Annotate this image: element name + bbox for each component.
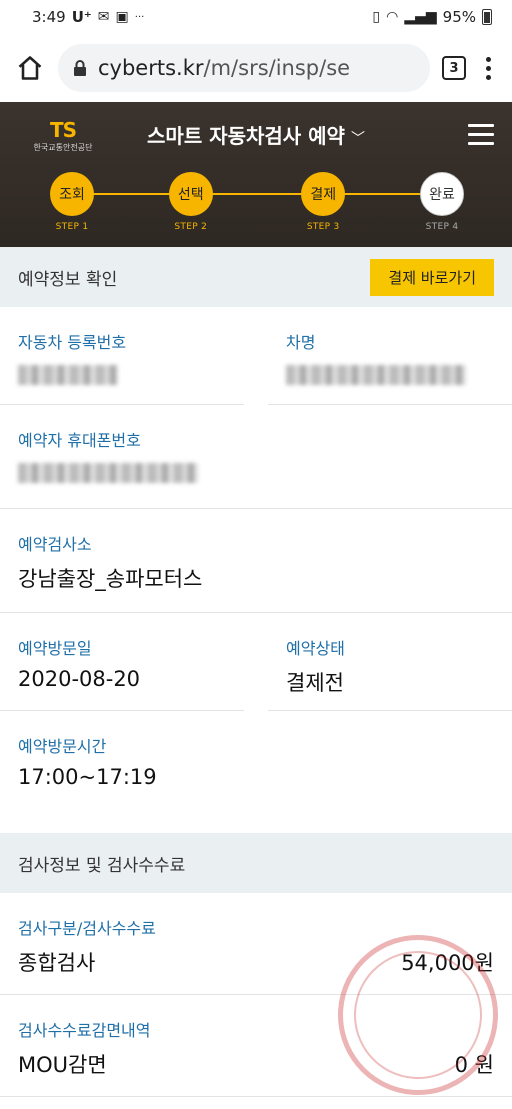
step-circle: 완료 xyxy=(420,172,464,216)
step-circle: 조회 xyxy=(50,172,94,216)
signal-icon: ▂▄▆ xyxy=(404,9,437,25)
home-icon xyxy=(18,56,42,80)
page-title-text: 스마트 자동차검사 예약 xyxy=(147,124,345,148)
step-label: STEP 2 xyxy=(174,222,208,232)
fee-row: MOU감면 0 원 xyxy=(18,1049,494,1079)
car-number-cell: 자동차 등록번호 xyxy=(0,307,244,405)
tab-switcher-button[interactable]: 3 xyxy=(442,56,466,80)
field-label: 예약방문시간 xyxy=(18,737,107,756)
browser-menu-button[interactable] xyxy=(478,56,498,80)
fee-amount: 54,000원 xyxy=(401,951,494,975)
lock-icon xyxy=(74,60,86,76)
field-value: 2020-08-20 xyxy=(18,667,141,691)
section-title: 예약정보 확인 xyxy=(18,269,118,290)
center-cell: 예약검사소 강남출장_송파모터스 xyxy=(0,509,512,612)
vibrate-icon: ▯ xyxy=(372,9,381,25)
battery-percent: 95% xyxy=(442,8,476,26)
url-text: cyberts.kr/m/srs/insp/se xyxy=(98,56,350,80)
menu-bar xyxy=(468,142,494,145)
car-name-cell: 차명 xyxy=(268,307,512,405)
car-info-row: 자동차 등록번호 차명 xyxy=(0,307,512,405)
discount-row: 검사수수료감면내역 MOU감면 0 원 xyxy=(0,995,512,1097)
progress-steps: 조회 STEP 1 선택 STEP 2 결제 STEP 3 완료 STEP 4 xyxy=(50,172,464,232)
field-value: 종합검사 xyxy=(18,951,96,975)
address-bar[interactable]: cyberts.kr/m/srs/insp/se xyxy=(58,44,430,92)
image-icon: ▣ xyxy=(115,9,129,25)
home-button[interactable] xyxy=(14,52,46,84)
field-label: 예약방문일 xyxy=(18,639,92,658)
field-value: 결제전 xyxy=(286,671,344,695)
url-path: /m/srs/insp/se xyxy=(203,56,351,80)
more-notifications-icon: ··· xyxy=(134,11,145,23)
step-label: STEP 1 xyxy=(55,222,89,232)
field-label: 자동차 등록번호 xyxy=(18,333,127,352)
dot xyxy=(485,65,491,71)
step-label: STEP 4 xyxy=(425,222,459,232)
discount-cell: 검사수수료감면내역 MOU감면 0 원 xyxy=(0,995,512,1096)
url-host: cyberts.kr xyxy=(98,56,204,80)
step-1: 조회 STEP 1 xyxy=(42,172,102,232)
center-row: 예약검사소 강남출장_송파모터스 xyxy=(0,509,512,613)
field-value: 강남출장_송파모터스 xyxy=(18,567,203,591)
clock: 3:49 xyxy=(32,8,66,26)
date-status-row: 예약방문일 2020-08-20 예약상태 결제전 xyxy=(0,613,512,711)
field-value: MOU감면 xyxy=(18,1053,107,1077)
step-4: 완료 STEP 4 xyxy=(412,172,472,232)
field-label: 예약상태 xyxy=(286,639,345,658)
redacted-value xyxy=(286,365,466,385)
inspection-type-row: 검사구분/검사수수료 종합검사 54,000원 xyxy=(0,893,512,995)
steps-line xyxy=(72,193,442,195)
dot xyxy=(485,74,491,80)
field-value: 17:00~17:19 xyxy=(18,765,157,789)
redacted-value xyxy=(18,463,198,483)
step-circle: 선택 xyxy=(168,172,213,216)
dot xyxy=(485,56,491,62)
step-circle: 결제 xyxy=(301,172,346,216)
battery-icon xyxy=(482,9,492,25)
status-cell: 예약상태 결제전 xyxy=(268,613,512,711)
carrier-label: U⁺ xyxy=(71,8,92,26)
step-label: STEP 3 xyxy=(306,222,340,232)
site-header: TS 한국교통안전공단 스마트 자동차검사 예약 ﹀ 조회 STEP 1 선택 S… xyxy=(0,102,512,247)
menu-bar xyxy=(468,124,494,127)
hamburger-menu-button[interactable] xyxy=(468,124,494,145)
step-2: 선택 STEP 2 xyxy=(161,172,221,232)
field-label: 예약자 휴대폰번호 xyxy=(18,431,141,450)
chevron-down-icon: ﹀ xyxy=(350,131,365,147)
status-bar: 3:49 U⁺ ✉ ▣ ··· ▯ ◠ ▂▄▆ 95% xyxy=(0,0,512,34)
go-to-payment-button[interactable]: 결제 바로가기 xyxy=(370,258,494,296)
inspection-section-header: 검사정보 및 검사수수료 xyxy=(0,833,512,893)
date-cell: 예약방문일 2020-08-20 xyxy=(0,613,244,711)
redacted-value xyxy=(18,365,118,385)
time-row: 예약방문시간 17:00~17:19 xyxy=(0,711,512,833)
page-title[interactable]: 스마트 자동차검사 예약 ﹀ xyxy=(0,120,512,149)
section-title: 검사정보 및 검사수수료 xyxy=(18,855,186,876)
wifi-icon: ◠ xyxy=(386,9,399,25)
menu-bar xyxy=(468,133,494,136)
phone-row: 예약자 휴대폰번호 xyxy=(0,405,512,509)
field-label: 차명 xyxy=(286,333,316,352)
time-cell: 예약방문시간 17:00~17:19 xyxy=(0,711,512,833)
phone-cell: 예약자 휴대폰번호 xyxy=(0,405,512,508)
field-label: 예약검사소 xyxy=(18,535,92,554)
reservation-section-header: 예약정보 확인 결제 바로가기 xyxy=(0,247,512,307)
fee-row: 종합검사 54,000원 xyxy=(18,947,494,977)
field-label: 검사구분/검사수수료 xyxy=(18,919,156,938)
discount-amount: 0 원 xyxy=(454,1053,494,1077)
browser-toolbar: cyberts.kr/m/srs/insp/se 3 xyxy=(0,34,512,102)
step-3: 결제 STEP 3 xyxy=(293,172,353,232)
mail-icon: ✉ xyxy=(97,9,110,25)
inspection-type-cell: 검사구분/검사수수료 종합검사 54,000원 xyxy=(0,893,512,994)
field-label: 검사수수료감면내역 xyxy=(18,1021,151,1040)
